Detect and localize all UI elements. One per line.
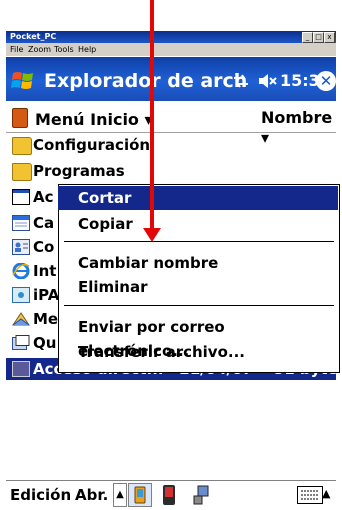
folder-dropdown-label: Menú Inicio xyxy=(35,110,139,129)
menu-item-label: Cortar xyxy=(78,189,132,207)
sort-dropdown-label: Nombre xyxy=(261,108,333,127)
menu-item-label: Cambiar nombre xyxy=(78,254,219,272)
maximize-button[interactable]: □ xyxy=(313,32,324,43)
quick-icon xyxy=(12,335,30,350)
menu-item-copiar[interactable]: Copiar xyxy=(58,212,338,236)
volume-muted-icon[interactable] xyxy=(258,73,278,89)
app-title: Explorador de arch xyxy=(44,70,248,92)
annotation-arrow-shaft xyxy=(150,0,154,232)
windows-start-icon[interactable] xyxy=(10,70,36,92)
file-name: Qu xyxy=(33,334,57,352)
network-icon[interactable] xyxy=(190,484,212,506)
folder-icon xyxy=(12,163,32,181)
menu-separator xyxy=(64,305,334,306)
folder-dropdown[interactable]: Menú Inicio ▾ xyxy=(12,108,153,130)
minimize-button[interactable]: _ xyxy=(302,32,313,43)
keyboard-icon[interactable] xyxy=(297,486,323,504)
list-item[interactable]: Configuración xyxy=(6,134,336,156)
connectivity-icon[interactable] xyxy=(232,73,250,89)
device-view-button[interactable] xyxy=(128,483,152,507)
input-panel-arrow-icon[interactable]: ▲ xyxy=(322,484,330,504)
keyboard-glyph-icon xyxy=(301,490,319,500)
folder-location-icon xyxy=(12,108,28,128)
file-name: Ca xyxy=(33,214,55,232)
file-name: iPA xyxy=(33,286,60,304)
annotation-arrow-head xyxy=(143,228,161,242)
menu-file[interactable]: File xyxy=(10,43,23,56)
ipaq-icon xyxy=(12,287,30,303)
emulator-menu-bar: File Zoom Tools Help xyxy=(6,43,336,57)
menu-item-label: Transferir archivo... xyxy=(78,343,245,361)
menu-item-transferir[interactable]: Transferir archivo... xyxy=(58,340,338,364)
menu-help[interactable]: Help xyxy=(78,43,96,56)
emulator-title: Pocket_PC xyxy=(10,32,57,41)
menu-item-label: Copiar xyxy=(78,215,133,233)
list-item[interactable]: Programas xyxy=(6,160,336,182)
menu-item-cambiar-nombre[interactable]: Cambiar nombre xyxy=(58,251,338,275)
menu-separator xyxy=(64,241,334,242)
menu-item-eliminar[interactable]: Eliminar xyxy=(58,275,338,299)
emulator-title-bar: Pocket_PC _ □ x xyxy=(6,31,336,43)
file-name: Configuración xyxy=(33,136,151,154)
messaging-icon xyxy=(12,312,30,326)
file-name: Int xyxy=(33,262,57,280)
close-window-button[interactable]: x xyxy=(324,32,335,43)
menu-item-cortar[interactable]: Cortar xyxy=(58,186,338,210)
internet-explorer-icon xyxy=(12,263,30,279)
file-name: Ac xyxy=(33,188,54,206)
menu-item-label: Eliminar xyxy=(78,278,148,296)
file-name: Me xyxy=(33,310,59,328)
pocketpc-icon xyxy=(134,486,146,504)
device-icon[interactable] xyxy=(160,484,178,506)
calendar-icon xyxy=(12,215,30,231)
menu-tools[interactable]: Tools xyxy=(54,43,74,56)
menu-zoom[interactable]: Zoom xyxy=(28,43,51,56)
file-name: Co xyxy=(33,238,55,256)
scroll-up-arrow-icon[interactable]: ▲ xyxy=(113,483,127,507)
close-button[interactable]: ✕ xyxy=(316,71,336,91)
shortcut-icon xyxy=(12,189,30,205)
contacts-icon xyxy=(12,239,30,255)
menu-edicion[interactable]: Edición xyxy=(10,484,71,506)
menu-abrir[interactable]: Abr. xyxy=(75,484,108,506)
file-name: Programas xyxy=(33,162,125,180)
menu-item-enviar-correo[interactable]: Enviar por correo electrónico... xyxy=(58,315,338,360)
shortcut-icon xyxy=(12,361,30,377)
folder-icon xyxy=(12,137,32,155)
